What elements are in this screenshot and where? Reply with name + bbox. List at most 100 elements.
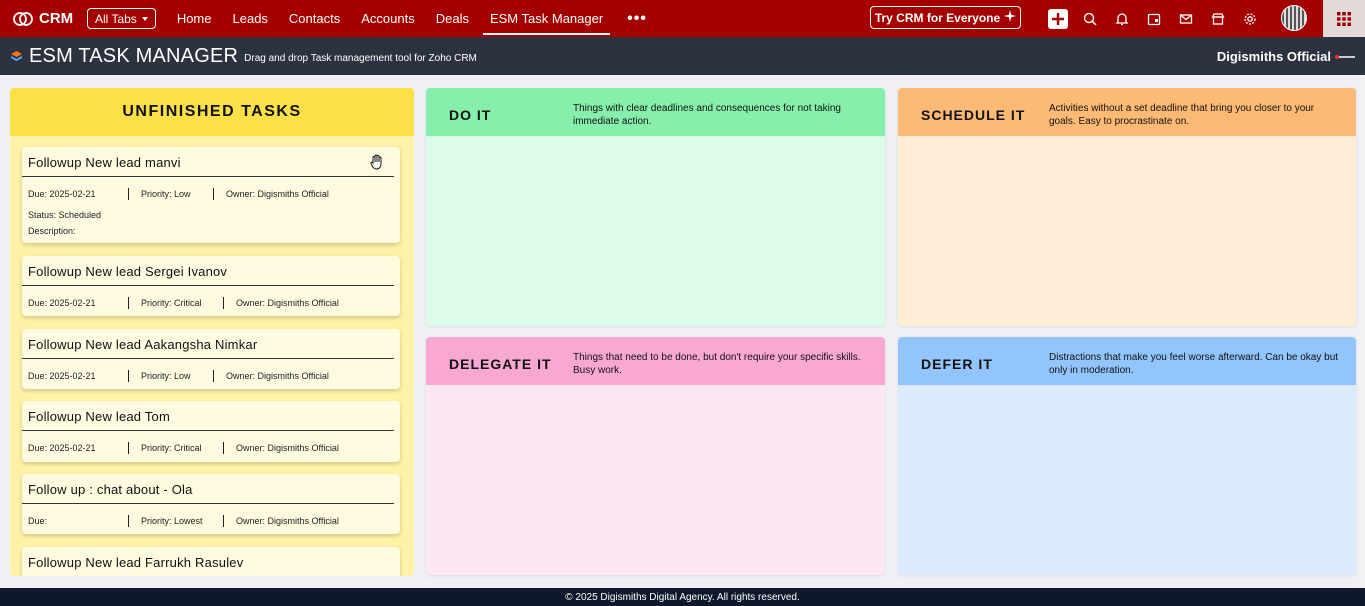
plus-icon[interactable] bbox=[1048, 8, 1068, 29]
quadrant-header: DELEGATE IT Things that need to be done,… bbox=[426, 337, 885, 385]
gear-icon[interactable] bbox=[1240, 9, 1260, 29]
divider bbox=[128, 297, 129, 309]
task-priority: Priority: Critical bbox=[141, 443, 202, 453]
divider bbox=[128, 370, 129, 382]
quadrant-description: Things that need to be done, but don't r… bbox=[573, 352, 861, 376]
calendar-icon[interactable] bbox=[1144, 9, 1164, 29]
task-title: Followup New lead manvi bbox=[22, 147, 394, 177]
tab-esm-task-manager[interactable]: ESM Task Manager bbox=[482, 0, 611, 37]
task-meta: Due: 2025-02-21 Priority: Low Owner: Dig… bbox=[22, 177, 400, 201]
quadrant-schedule-it[interactable]: SCHEDULE IT Activities without a set dea… bbox=[898, 88, 1356, 326]
task-owner: Owner: Digismiths Official bbox=[226, 189, 329, 199]
task-card[interactable]: Followup New lead Farrukh Rasulev bbox=[22, 547, 400, 576]
quadrant-header: SCHEDULE IT Activities without a set dea… bbox=[898, 88, 1356, 136]
more-tabs-button[interactable]: ••• bbox=[617, 0, 657, 37]
quadrant-title: SCHEDULE IT bbox=[921, 107, 1026, 123]
app-subtitle: Drag and drop Task management tool for Z… bbox=[244, 53, 477, 64]
quadrant-defer-it[interactable]: DEFER IT Distractions that make you feel… bbox=[898, 337, 1356, 575]
quadrant-header: DO IT Things with clear deadlines and co… bbox=[426, 88, 885, 136]
task-meta: Due: 2025-02-21 Priority: Low Owner: Dig… bbox=[22, 359, 400, 383]
task-owner: Owner: Digismiths Official bbox=[236, 298, 339, 308]
quadrant-description: Distractions that make you feel worse af… bbox=[1049, 352, 1339, 376]
drag-hand-icon bbox=[368, 153, 386, 176]
divider bbox=[223, 442, 224, 454]
mail-icon[interactable] bbox=[1176, 9, 1196, 29]
task-extra: Status: Scheduled Description: bbox=[22, 201, 400, 239]
task-title: Follow up : chat about - Ola bbox=[22, 474, 394, 504]
task-title: Followup New lead Farrukh Rasulev bbox=[22, 547, 394, 576]
divider bbox=[213, 188, 214, 200]
tab-accounts[interactable]: Accounts bbox=[354, 0, 421, 37]
task-due: Due: 2025-02-21 bbox=[28, 371, 96, 381]
quadrant-delegate-it[interactable]: DELEGATE IT Things that need to be done,… bbox=[426, 337, 885, 575]
all-tabs-label: All Tabs bbox=[95, 11, 137, 26]
search-icon[interactable] bbox=[1080, 9, 1100, 29]
task-card[interactable]: Followup New lead Tom Due: 2025-02-21 Pr… bbox=[22, 401, 400, 462]
divider bbox=[213, 370, 214, 382]
try-crm-label: Try CRM for Everyone bbox=[874, 10, 1001, 25]
task-owner: Owner: Digismiths Official bbox=[226, 371, 329, 381]
tab-contacts[interactable]: Contacts bbox=[282, 0, 347, 37]
task-owner: Owner: Digismiths Official bbox=[236, 516, 339, 526]
task-status: Status: Scheduled bbox=[28, 210, 102, 220]
app-header: ESM TASK MANAGER Drag and drop Task mana… bbox=[0, 37, 1365, 75]
task-meta: Due: Priority: Lowest Owner: Digismiths … bbox=[22, 504, 400, 528]
footer-text: © 2025 Digismiths Digital Agency. All ri… bbox=[565, 591, 800, 603]
quadrant-title: DELEGATE IT bbox=[449, 356, 552, 372]
bell-icon[interactable] bbox=[1112, 9, 1132, 29]
task-priority: Priority: Critical bbox=[141, 298, 202, 308]
top-nav: CRM All Tabs Home Leads Contacts Account… bbox=[0, 0, 1365, 37]
task-title: Followup New lead Tom bbox=[22, 401, 394, 431]
quadrant-header: DEFER IT Distractions that make you feel… bbox=[898, 337, 1356, 385]
all-tabs-dropdown[interactable]: All Tabs bbox=[87, 8, 156, 29]
quadrant-do-it[interactable]: DO IT Things with clear deadlines and co… bbox=[426, 88, 885, 326]
divider bbox=[128, 188, 129, 200]
tab-home[interactable]: Home bbox=[170, 0, 219, 37]
user-menu-line[interactable] bbox=[1339, 56, 1355, 58]
task-priority: Priority: Low bbox=[141, 189, 191, 199]
avatar[interactable] bbox=[1281, 5, 1307, 31]
apps-grid-icon[interactable] bbox=[1323, 0, 1365, 37]
footer: © 2025 Digismiths Digital Agency. All ri… bbox=[0, 588, 1365, 606]
task-priority: Priority: Low bbox=[141, 371, 191, 381]
task-priority: Priority: Lowest bbox=[141, 516, 203, 526]
task-title: Followup New lead Sergei Ivanov bbox=[22, 256, 394, 286]
brand-text: CRM bbox=[39, 10, 74, 27]
sparkle-icon bbox=[1004, 10, 1017, 25]
chevron-down-icon bbox=[141, 16, 148, 21]
unfinished-tasks-column: UNFINISHED TASKS Followup New lead manvi… bbox=[10, 88, 414, 576]
task-meta: Due: 2025-02-21 Priority: Critical Owner… bbox=[22, 431, 400, 455]
app-user-name: Digismiths Official bbox=[1216, 48, 1331, 64]
quadrant-title: DO IT bbox=[449, 107, 492, 123]
divider bbox=[223, 297, 224, 309]
task-title: Followup New lead Aakangsha Nimkar bbox=[22, 329, 394, 359]
divider bbox=[128, 515, 129, 527]
try-crm-button[interactable]: Try CRM for Everyone bbox=[870, 6, 1021, 29]
divider bbox=[128, 442, 129, 454]
task-card[interactable]: Followup New lead Sergei Ivanov Due: 202… bbox=[22, 256, 400, 316]
app-title: ESM TASK MANAGER bbox=[29, 44, 239, 67]
quadrant-description: Activities without a set deadline that b… bbox=[1049, 103, 1315, 127]
unfinished-heading: UNFINISHED TASKS bbox=[10, 88, 414, 136]
task-due: Due: 2025-02-21 bbox=[28, 189, 96, 199]
quadrant-title: DEFER IT bbox=[921, 356, 993, 372]
page-scrollbar[interactable] bbox=[1359, 75, 1365, 588]
task-card[interactable]: Follow up : chat about - Ola Due: Priori… bbox=[22, 474, 400, 534]
task-meta: Due: 2025-02-21 Priority: Critical Owner… bbox=[22, 286, 400, 310]
task-due: Due: 2025-02-21 bbox=[28, 298, 96, 308]
store-icon[interactable] bbox=[1208, 9, 1228, 29]
zoho-crm-logo-icon bbox=[12, 11, 34, 27]
crm-brand[interactable]: CRM bbox=[12, 10, 84, 27]
nav-tabs: Home Leads Contacts Accounts Deals ESM T… bbox=[170, 0, 617, 37]
task-owner: Owner: Digismiths Official bbox=[236, 443, 339, 453]
task-card[interactable]: Followup New lead Aakangsha Nimkar Due: … bbox=[22, 329, 400, 389]
task-due: Due: 2025-02-21 bbox=[28, 443, 96, 453]
tab-deals[interactable]: Deals bbox=[429, 0, 476, 37]
task-card[interactable]: Followup New lead manvi Due: 2025-02-21 … bbox=[22, 147, 400, 243]
tab-leads[interactable]: Leads bbox=[226, 0, 275, 37]
app-logo-icon bbox=[10, 50, 23, 63]
quadrant-description: Things with clear deadlines and conseque… bbox=[573, 103, 841, 127]
task-due: Due: bbox=[28, 516, 48, 526]
nav-icon-group bbox=[1048, 0, 1272, 37]
divider bbox=[223, 515, 224, 527]
